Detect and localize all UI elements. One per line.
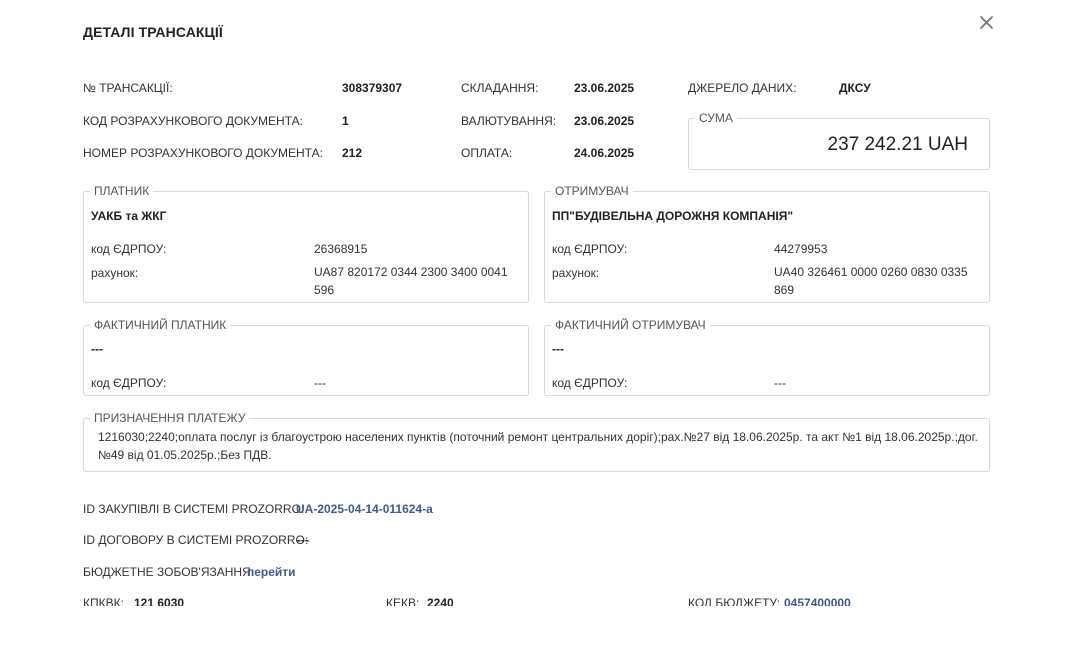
actual-receiver-legend: ФАКТИЧНИЙ ОТРИМУВАЧ (551, 318, 710, 332)
actual-receiver-box: ФАКТИЧНИЙ ОТРИМУВАЧ --- код ЄДРПОУ: --- (544, 318, 990, 396)
actual-payer-edrpou-label: код ЄДРПОУ: (91, 376, 167, 390)
payer-box: ПЛАТНИК УАКБ та ЖКГ код ЄДРПОУ: 26368915… (83, 184, 529, 303)
receiver-legend: ОТРИМУВАЧ (551, 184, 633, 198)
created-value: 23.06.2025 (574, 81, 635, 95)
trans-no-label: № ТРАНСАКЦІЇ: (83, 81, 173, 95)
contract-id-value: --- (297, 533, 309, 547)
prozorro-id-link[interactable]: UA-2025-04-14-011624-a (296, 502, 433, 516)
close-button[interactable] (977, 12, 997, 32)
payer-edrpou-value: 26368915 (314, 242, 368, 256)
receiver-account-label: рахунок: (552, 266, 600, 280)
receiver-account-value: UA40 326461 0000 0260 0830 0335 869 (774, 265, 968, 297)
doc-code-label: КОД РОЗРАХУНКОВОГО ДОКУМЕНТА: (83, 114, 303, 128)
doc-code-value: 1 (342, 114, 349, 128)
actual-payer-edrpou-value: --- (314, 376, 326, 390)
receiver-edrpou-label: код ЄДРПОУ: (552, 242, 628, 256)
actual-receiver-edrpou-value: --- (774, 376, 786, 390)
contract-id-label: ID ДОГОВОРУ В СИСТЕМІ PROZORRO: (83, 533, 309, 547)
receiver-name: ПП"БУДІВЕЛЬНА ДОРОЖНЯ КОМПАНІЯ" (552, 209, 794, 223)
doc-no-label: НОМЕР РОЗРАХУНКОВОГО ДОКУМЕНТА: (83, 146, 323, 160)
payer-edrpou-label: код ЄДРПОУ: (91, 242, 167, 256)
payer-account-value: UA87 820172 0344 2300 3400 0041 596 (314, 265, 508, 297)
modal-title: ДЕТАЛІ ТРАНСАКЦІЇ (83, 24, 223, 40)
paid-label: ОПЛАТА: (461, 146, 513, 160)
purpose-legend: ПРИЗНАЧЕННЯ ПЛАТЕЖУ (90, 411, 250, 425)
sum-legend: СУМА (695, 111, 737, 125)
actual-receiver-name: --- (552, 342, 564, 356)
actual-payer-name: --- (91, 342, 103, 356)
receiver-box: ОТРИМУВАЧ ПП"БУДІВЕЛЬНА ДОРОЖНЯ КОМПАНІЯ… (544, 184, 990, 303)
payer-name: УАКБ та ЖКГ (91, 209, 167, 223)
payer-account-label: рахунок: (91, 266, 139, 280)
value-date-label: ВАЛЮТУВАННЯ: (461, 114, 557, 128)
source-label: ДЖЕРЕЛО ДАНИХ: (688, 81, 797, 95)
created-label: СКЛАДАННЯ: (461, 81, 539, 95)
prozorro-id-label: ID ЗАКУПІВЛІ В СИСТЕМІ PROZORRO: (83, 502, 305, 516)
purpose-box: ПРИЗНАЧЕННЯ ПЛАТЕЖУ 1216030;2240;оплата … (83, 411, 990, 472)
trans-no-value: 308379307 (342, 81, 403, 95)
budget-obligation-label: БЮДЖЕТНЕ ЗОБОВ'ЯЗАННЯ: (83, 565, 255, 579)
close-icon (977, 12, 997, 32)
actual-payer-legend: ФАКТИЧНИЙ ПЛАТНИК (90, 318, 231, 332)
doc-no-value: 212 (342, 146, 363, 160)
value-date-value: 23.06.2025 (574, 114, 635, 128)
scroll-clip (0, 606, 1080, 671)
actual-receiver-edrpou-label: код ЄДРПОУ: (552, 376, 628, 390)
budget-obligation-link[interactable]: перейти (247, 565, 296, 579)
receiver-edrpou-value: 44279953 (774, 242, 828, 256)
actual-payer-box: ФАКТИЧНИЙ ПЛАТНИК --- код ЄДРПОУ: --- (83, 318, 529, 396)
purpose-text: 1216030;2240;оплата послуг із благоустро… (98, 430, 978, 462)
source-value: ДКСУ (839, 81, 871, 95)
paid-value: 24.06.2025 (574, 146, 635, 160)
payer-legend: ПЛАТНИК (90, 184, 154, 198)
sum-box: СУМА 237 242.21 UAH (688, 111, 990, 170)
sum-value: 237 242.21 UAH (827, 134, 969, 155)
